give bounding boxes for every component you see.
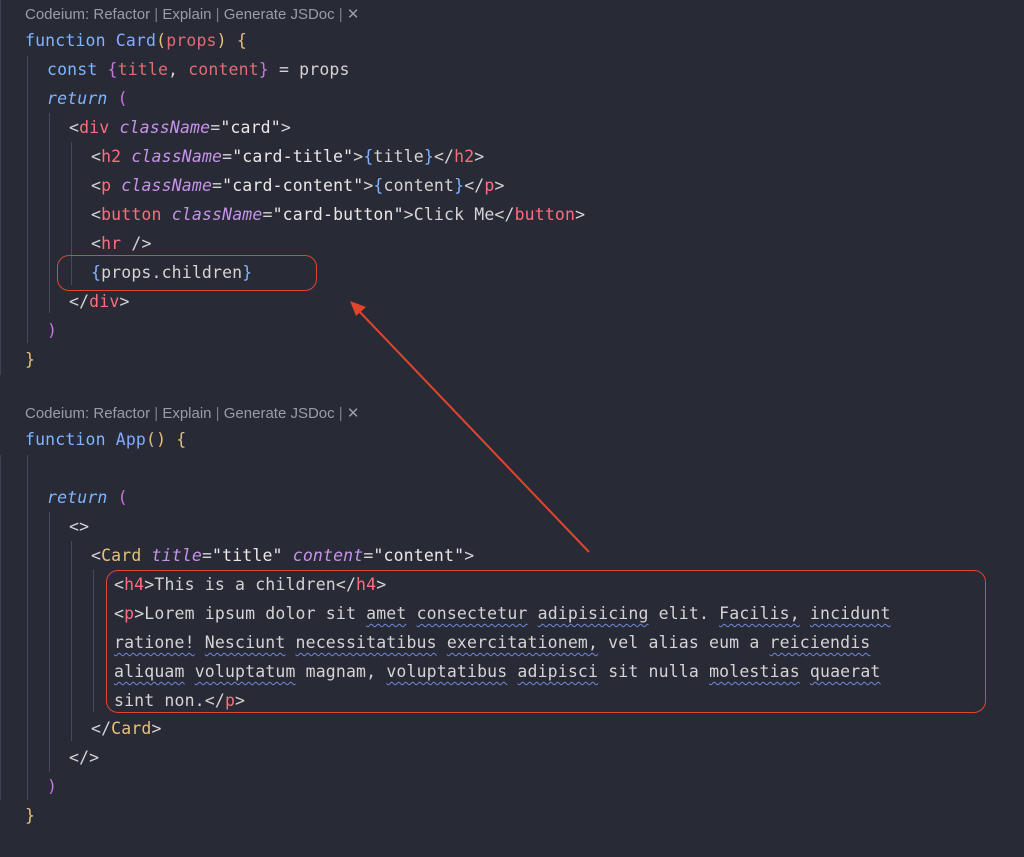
props-var: props bbox=[299, 60, 350, 79]
keyword-function: function bbox=[25, 31, 106, 50]
destructure-title: title bbox=[117, 60, 169, 79]
code-line: <div className="card"> bbox=[69, 118, 291, 137]
separator: | bbox=[211, 405, 224, 422]
function-name: Card bbox=[115, 31, 157, 50]
code-line: const {title, content} = props bbox=[47, 60, 350, 79]
code-line: <Card title="title" content="content"> bbox=[91, 546, 475, 565]
attr-value: "title" bbox=[212, 546, 283, 565]
arrow-head bbox=[350, 301, 366, 316]
attr-value: "card" bbox=[220, 118, 281, 137]
attr-classname: className bbox=[131, 147, 223, 166]
code-line: <button className="card-button">Click Me… bbox=[91, 205, 586, 224]
keyword-return: return bbox=[47, 488, 108, 507]
tag-hr: hr bbox=[101, 234, 122, 253]
refactor-link[interactable]: Refactor bbox=[93, 405, 150, 422]
code-line: return ( bbox=[47, 488, 128, 507]
keyword-return: return bbox=[47, 89, 108, 108]
keyword-const: const bbox=[47, 60, 98, 79]
codelens-prefix: Codeium: bbox=[25, 405, 94, 422]
function-name: App bbox=[115, 430, 147, 449]
codelens-prefix: Codeium: bbox=[25, 6, 94, 23]
arrow-shaft bbox=[357, 309, 590, 553]
codeium-codelens: Codeium: Refactor | Explain | Generate J… bbox=[25, 3, 359, 27]
attr-classname: className bbox=[171, 205, 263, 224]
separator: | bbox=[150, 6, 163, 23]
code-line: <p className="card-content">{content}</p… bbox=[91, 176, 505, 195]
tag-button: button bbox=[101, 205, 162, 224]
generate-jsdoc-link[interactable]: Generate JSDoc bbox=[224, 6, 335, 23]
attr-classname: className bbox=[119, 118, 211, 137]
separator: | bbox=[150, 405, 163, 422]
code-line: return ( bbox=[47, 89, 128, 108]
code-line: function App() { bbox=[25, 430, 187, 449]
attr-title: title bbox=[151, 546, 202, 565]
indent-guide bbox=[27, 455, 28, 800]
attr-content: content bbox=[292, 546, 364, 565]
tag-h2: h2 bbox=[454, 147, 475, 166]
indent-guide bbox=[49, 512, 50, 772]
jsx-text: Click Me bbox=[413, 205, 495, 224]
component-card: Card bbox=[101, 546, 142, 565]
code-line: <hr /> bbox=[91, 234, 152, 253]
code-line: } bbox=[25, 806, 36, 825]
highlight-box-children-expression bbox=[57, 255, 317, 291]
indent-guide bbox=[49, 113, 50, 313]
separator: | bbox=[334, 405, 347, 422]
attr-classname: className bbox=[121, 176, 213, 195]
close-icon[interactable]: ✕ bbox=[347, 405, 360, 422]
tag-p: p bbox=[484, 176, 495, 195]
separator: | bbox=[211, 6, 224, 23]
gutter-change-bar bbox=[0, 0, 1, 375]
jsx-expression: title bbox=[373, 147, 424, 166]
code-line: } bbox=[25, 350, 36, 369]
explain-link[interactable]: Explain bbox=[162, 405, 211, 422]
jsx-expression: content bbox=[383, 176, 455, 195]
indent-guide bbox=[27, 56, 28, 343]
attr-value: "content" bbox=[373, 546, 465, 565]
indent-guide bbox=[71, 541, 72, 741]
code-line: <h2 className="card-title">{title}</h2> bbox=[91, 147, 485, 166]
code-line: ) bbox=[47, 321, 58, 340]
gutter-change-bar bbox=[0, 455, 1, 800]
tag-div: div bbox=[79, 118, 110, 137]
tag-div: div bbox=[89, 292, 120, 311]
tag-p: p bbox=[101, 176, 112, 195]
keyword-function: function bbox=[25, 430, 106, 449]
highlight-box-children-content bbox=[106, 570, 986, 713]
component-card: Card bbox=[111, 719, 152, 738]
code-line: </Card> bbox=[91, 719, 162, 738]
generate-jsdoc-link[interactable]: Generate JSDoc bbox=[224, 405, 335, 422]
tag-button: button bbox=[514, 205, 576, 224]
indent-guide bbox=[93, 570, 94, 712]
explain-link[interactable]: Explain bbox=[162, 6, 211, 23]
tag-h2: h2 bbox=[101, 147, 122, 166]
attr-value: "card-content" bbox=[222, 176, 364, 195]
attr-value: "card-button" bbox=[272, 205, 404, 224]
code-line: function Card(props) { bbox=[25, 31, 247, 50]
attr-value: "card-title" bbox=[232, 147, 354, 166]
code-line: </div> bbox=[69, 292, 130, 311]
param-name: props bbox=[166, 31, 217, 50]
code-line: <> bbox=[69, 517, 90, 536]
codeium-codelens: Codeium: Refactor | Explain | Generate J… bbox=[25, 402, 359, 426]
destructure-content: content bbox=[188, 60, 259, 79]
refactor-link[interactable]: Refactor bbox=[93, 6, 150, 23]
code-line: ) bbox=[47, 777, 58, 796]
separator: | bbox=[334, 6, 347, 23]
close-icon[interactable]: ✕ bbox=[347, 6, 360, 23]
code-line: </> bbox=[69, 748, 100, 767]
